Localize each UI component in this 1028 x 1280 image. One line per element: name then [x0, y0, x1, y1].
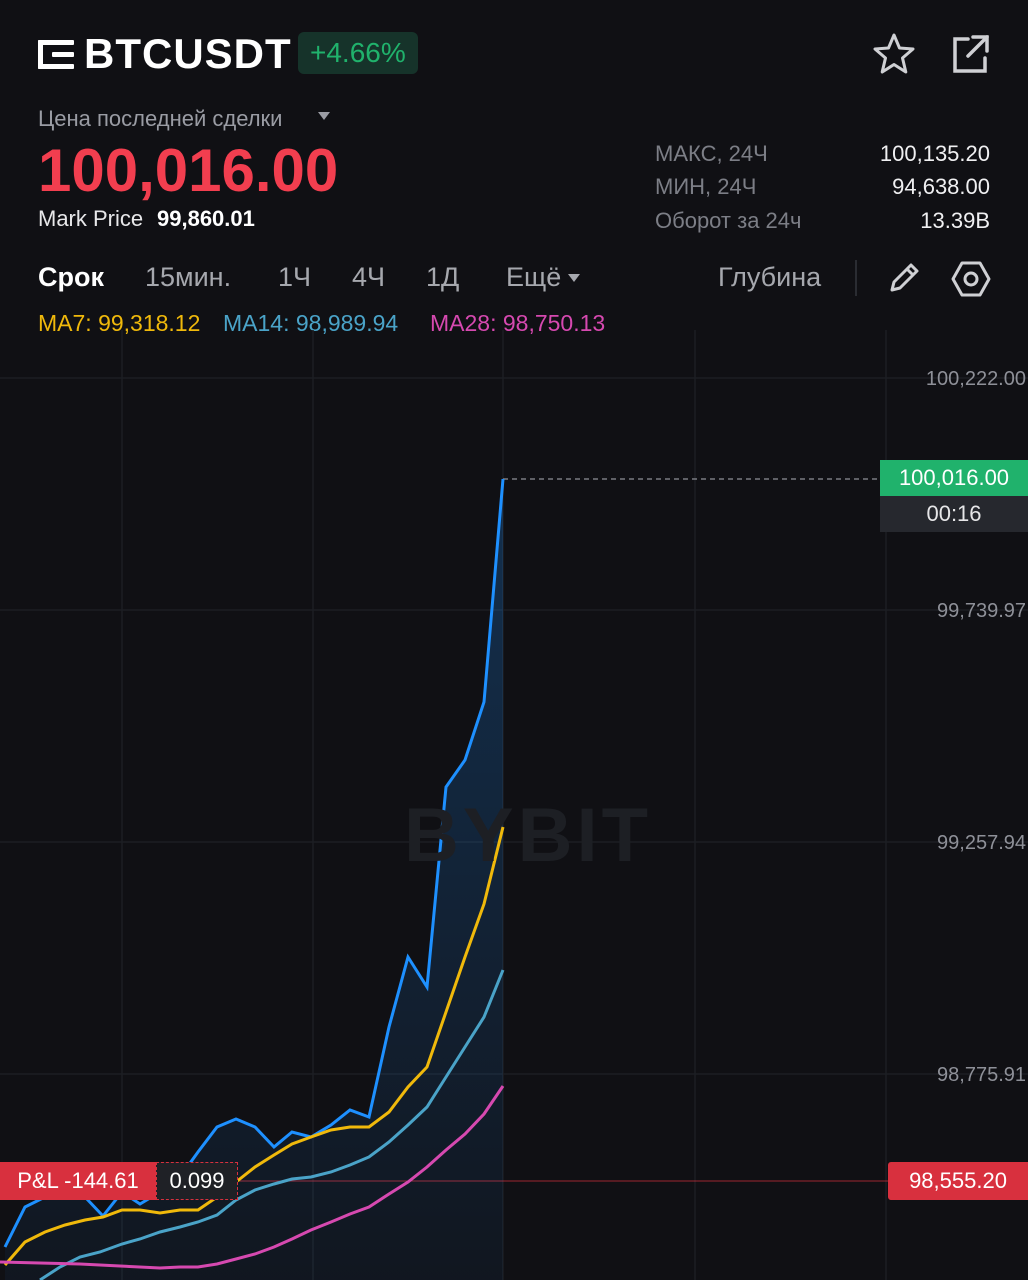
star-icon[interactable]	[870, 30, 918, 78]
settings-icon[interactable]	[950, 258, 992, 300]
entry-price-tag: 98,555.20	[888, 1162, 1028, 1200]
stat-low-value: 94,638.00	[892, 174, 990, 199]
pencil-icon[interactable]	[884, 258, 924, 298]
position-qty-tag[interactable]: 0.099	[156, 1162, 238, 1200]
last-price-label[interactable]: Цена последней сделки	[38, 106, 282, 132]
tab-time[interactable]: Срок	[38, 262, 104, 293]
price-area	[5, 479, 503, 1280]
tab-4h[interactable]: 4Ч	[352, 262, 385, 293]
watermark-logo: BYBIT	[404, 793, 652, 878]
menu-lines-icon[interactable]	[38, 40, 74, 70]
chevron-down-icon[interactable]	[318, 112, 330, 120]
stat-low-label: МИН, 24Ч	[655, 174, 757, 199]
current-price-tag: 100,016.00	[880, 460, 1028, 496]
tab-depth[interactable]: Глубина	[718, 262, 821, 293]
tab-1d[interactable]: 1Д	[426, 262, 459, 293]
tab-more[interactable]: Ещё	[506, 262, 561, 293]
y-tick-label: 99,257.94	[937, 832, 1026, 854]
y-tick-label: 99,739.97	[937, 600, 1026, 622]
y-tick-label: 98,775.91	[937, 1064, 1026, 1086]
change-badge: +4.66%	[298, 32, 418, 74]
last-price: 100,016.00	[38, 137, 339, 204]
mark-price-value: 99,860.01	[157, 206, 255, 231]
y-tick-label: 100,222.00	[925, 368, 1026, 390]
chevron-down-icon[interactable]	[568, 274, 580, 282]
pnl-tag[interactable]: P&L -144.61	[0, 1162, 156, 1200]
stat-turnover-label: Оборот за 24ч	[655, 208, 802, 233]
tab-1h[interactable]: 1Ч	[278, 262, 311, 293]
tab-15min[interactable]: 15мин.	[145, 262, 231, 293]
stat-high-label: МАКС, 24Ч	[655, 141, 768, 166]
mark-price-label: Mark Price	[38, 206, 144, 231]
stat-high-value: 100,135.20	[879, 141, 990, 166]
symbol-title[interactable]: BTCUSDT	[84, 30, 292, 78]
share-icon[interactable]	[946, 30, 994, 78]
stat-turnover-value: 13.39B	[920, 208, 990, 233]
candle-countdown: 00:16	[880, 496, 1028, 532]
divider	[855, 260, 857, 296]
